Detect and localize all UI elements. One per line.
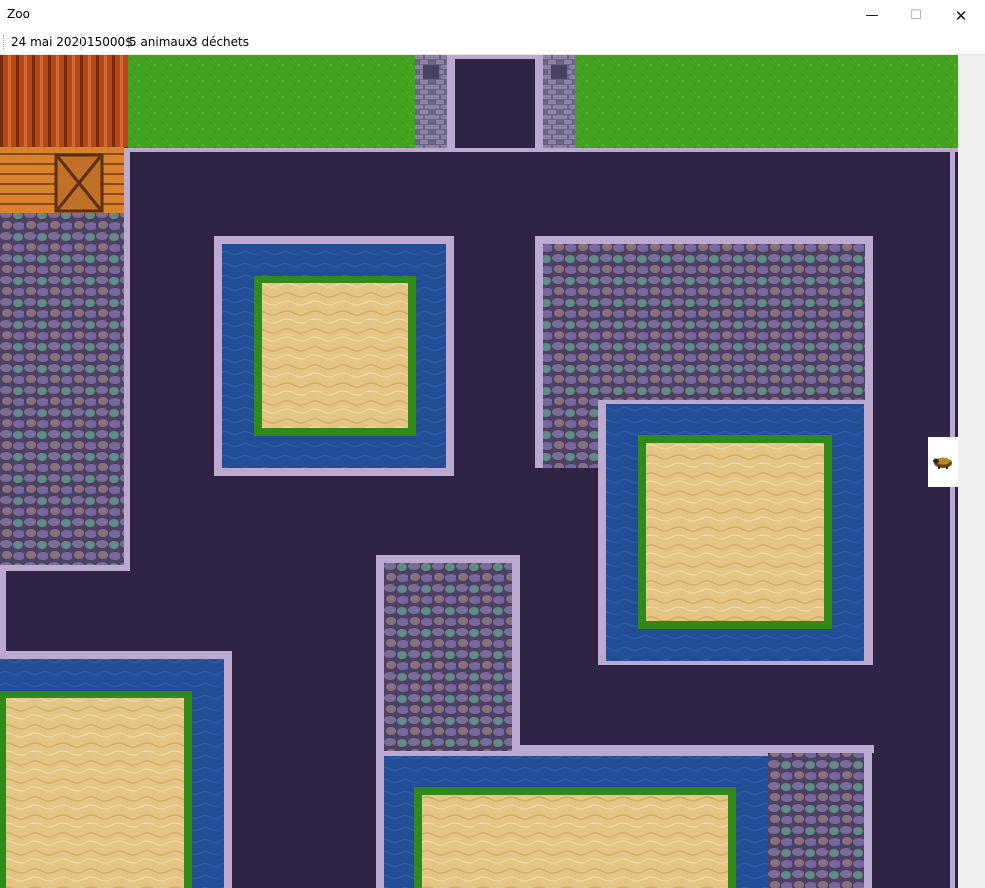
gate-pillar-left	[415, 55, 455, 152]
side-panel	[958, 55, 985, 888]
stone-border-left-bottom	[0, 565, 130, 571]
maximize-button[interactable]: ☐	[893, 0, 939, 31]
stone-border-left	[124, 148, 130, 565]
status-separator	[81, 34, 82, 50]
close-button[interactable]: ✕	[938, 0, 984, 31]
status-money: 15000$	[87, 35, 133, 49]
enclosure-bottom-left[interactable]	[0, 651, 232, 888]
enclosure-top-left[interactable]	[214, 236, 454, 476]
grass-top-right	[575, 55, 958, 148]
title-bar: Zoo — ☐ ✕	[0, 0, 985, 31]
status-bar: 24 mai 2020 15000$ 5 animaux 3 déchets	[0, 31, 985, 55]
barn-building[interactable]	[0, 55, 128, 213]
status-waste: 3 déchets	[190, 35, 249, 49]
stone-area-left	[0, 213, 128, 565]
enclosure-bottom-center[interactable]	[376, 745, 872, 888]
path-border-left	[0, 565, 6, 657]
zoo-map-canvas[interactable]	[0, 55, 958, 888]
zoo-map[interactable]	[0, 55, 958, 888]
status-date: 24 mai 2020	[11, 35, 87, 49]
side-animal-button[interactable]	[928, 437, 958, 487]
toolbar-grip	[3, 35, 5, 49]
window-title: Zoo	[7, 7, 30, 21]
status-animals: 5 animaux	[129, 35, 193, 49]
gate-threshold	[455, 55, 535, 59]
path-border-right	[950, 148, 955, 888]
gate-pillar-right	[535, 55, 575, 152]
brown-animal-icon	[933, 457, 952, 469]
grass-top-left	[128, 55, 415, 148]
minimize-button[interactable]: —	[849, 0, 895, 31]
